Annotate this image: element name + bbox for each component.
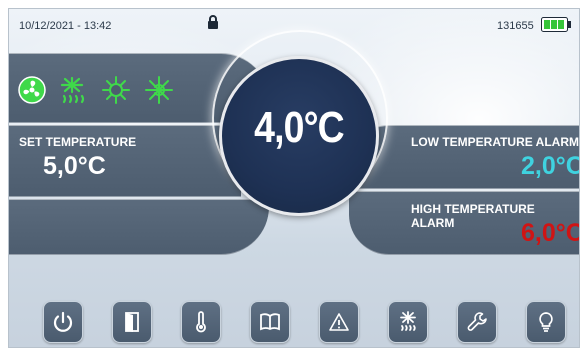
wrench-icon bbox=[467, 312, 487, 331]
thermometer-button[interactable] bbox=[181, 301, 221, 343]
left-lower-panel bbox=[9, 199, 269, 255]
door-icon bbox=[125, 312, 139, 332]
temperature-gauge: 4,0°C bbox=[219, 56, 379, 216]
alarms-button[interactable] bbox=[319, 301, 359, 343]
current-temperature: 4,0°C bbox=[254, 103, 345, 152]
warning-icon bbox=[329, 313, 349, 331]
door-button[interactable] bbox=[112, 301, 152, 343]
defrost-button[interactable] bbox=[388, 301, 428, 343]
settings-button[interactable] bbox=[457, 301, 497, 343]
book-icon bbox=[260, 313, 280, 331]
low-alarm-label: LOW TEMPERATURE ALARM bbox=[411, 135, 579, 149]
manual-button[interactable] bbox=[250, 301, 290, 343]
snowflake-cycle-icon bbox=[145, 76, 173, 104]
serial-number: 131655 bbox=[497, 20, 534, 32]
set-temperature-value[interactable]: 5,0°C bbox=[43, 152, 106, 181]
snowflake-gear-icon bbox=[102, 76, 130, 104]
battery-icon bbox=[541, 17, 571, 32]
defrost-icon bbox=[60, 76, 85, 104]
datetime: 10/12/2021 - 13:42 bbox=[19, 20, 112, 32]
screen: 10/12/2021 - 13:42 131655 4,0°C SET TEMP… bbox=[8, 8, 580, 348]
fan-icon bbox=[18, 76, 46, 104]
lightbulb-icon bbox=[539, 312, 553, 332]
thermometer-icon bbox=[196, 311, 206, 333]
power-icon bbox=[53, 311, 73, 332]
low-alarm-value[interactable]: 2,0°C bbox=[521, 152, 579, 181]
high-alarm-value[interactable]: 6,0°C bbox=[521, 219, 579, 248]
set-temperature-label: SET TEMPERATURE bbox=[19, 135, 137, 149]
lock-icon[interactable] bbox=[207, 15, 219, 30]
light-button[interactable] bbox=[526, 301, 566, 343]
power-button[interactable] bbox=[43, 301, 83, 343]
defrost-icon bbox=[400, 311, 416, 331]
